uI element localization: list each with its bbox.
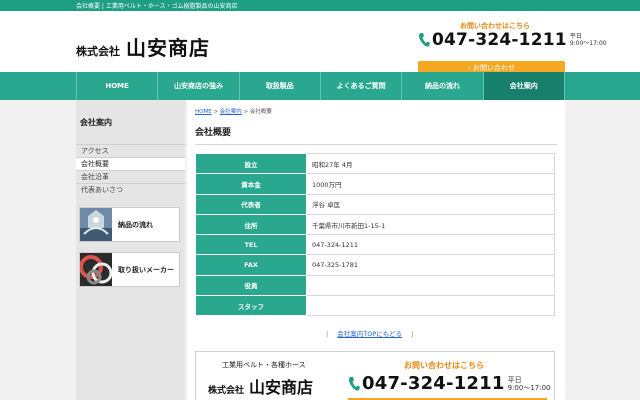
topbar-text: 会社概要 | 工業用ベルト・ホース・ゴム樹脂製品の山安商店: [76, 3, 238, 10]
info-key: 住所: [195, 213, 307, 236]
phone-block[interactable]: 047-324-1211 平日 9:00〜17:00: [418, 30, 607, 50]
makers-image: [80, 253, 112, 286]
breadcrumb-current: 会社概要: [249, 109, 272, 115]
sidebar-item-greeting[interactable]: 代表あいさつ: [76, 183, 185, 196]
phone-icon: [349, 376, 360, 391]
info-key: 資本金: [195, 173, 307, 195]
footer-subtitle: 工業用ベルト・各種ホース: [222, 361, 306, 369]
sidebar-item-history[interactable]: 会社沿革: [76, 170, 185, 183]
hours-time: 9:00〜17:00: [569, 40, 607, 47]
logo-small-text: 株式会社: [76, 45, 120, 58]
site-logo[interactable]: 株式会社 山安商店: [76, 32, 210, 61]
info-key: 設立: [195, 152, 307, 175]
breadcrumb-sep: >: [213, 109, 219, 115]
info-key: FAX: [195, 254, 307, 276]
info-value: 047-325-1781: [306, 254, 555, 276]
table-row: スタッフ: [195, 295, 555, 317]
sidebar-list: アクセス 会社概要 会社沿革 代表あいさつ: [76, 144, 185, 196]
footer-logo-small: 株式会社: [208, 386, 245, 396]
nav-strengths[interactable]: 山安商店の強み: [157, 72, 238, 100]
delivery-flow-image: [80, 208, 112, 241]
info-value: [306, 295, 555, 317]
makers-banner[interactable]: 取り扱いメーカー: [79, 252, 180, 287]
back-link-bar: |: [326, 330, 329, 338]
top-bar: 会社概要 | 工業用ベルト・ホース・ゴム樹脂製品の山安商店: [0, 0, 640, 11]
nav-company[interactable]: 会社案内: [482, 72, 565, 100]
footer-hours-days: 平日: [507, 375, 522, 384]
footer-phone-number: 047-324-1211: [362, 373, 505, 394]
business-hours: 平日 9:00〜17:00: [570, 33, 607, 47]
back-to-company-link[interactable]: 会社案内TOPにもどる: [337, 330, 402, 338]
info-key: 役員: [195, 274, 307, 297]
delivery-flow-banner[interactable]: 納品の流れ: [79, 207, 180, 242]
sidebar-item-overview[interactable]: 会社概要: [76, 157, 185, 170]
sidebar-item-access[interactable]: アクセス: [76, 144, 185, 157]
info-value: 千葉県市川市新田1-15-1: [306, 213, 555, 236]
table-row: 役員: [195, 274, 555, 297]
info-key: スタッフ: [195, 295, 307, 317]
title-divider: [195, 144, 557, 145]
phone-icon: [419, 33, 430, 47]
logo-main-text: 山安商店: [126, 36, 210, 60]
table-row: 代表者 浮谷 卓匡: [195, 193, 555, 215]
table-row: FAX 047-325-1781: [195, 254, 555, 276]
back-link-bar: |: [411, 330, 414, 338]
table-row: 資本金 1000万円: [195, 173, 555, 195]
makers-label: 取り扱いメーカー: [118, 265, 174, 274]
page-title: 会社概要: [195, 128, 232, 138]
phone-number: 047-324-1211: [432, 30, 567, 50]
hours-days: 平日: [569, 33, 582, 40]
info-key: 代表者: [195, 193, 307, 215]
nav-faq[interactable]: よくあるご質問: [319, 72, 401, 100]
table-row: 設立 昭和27年 4月: [195, 152, 555, 175]
footer-logo: 株式会社 山安商店: [208, 374, 313, 398]
info-value: 昭和27年 4月: [306, 152, 555, 175]
breadcrumb: HOME > 会社案内 > 会社概要: [195, 107, 272, 115]
delivery-flow-label: 納品の流れ: [118, 220, 153, 229]
footer-contact-box: 工業用ベルト・各種ホース 株式会社 山安商店 お問い合わせはこちら 047-32…: [195, 351, 555, 400]
main-nav: HOME 山安商店の強み 取扱製品 よくあるご質問 納品の流れ 会社案内: [0, 72, 640, 100]
nav-delivery-flow[interactable]: 納品の流れ: [401, 72, 482, 100]
breadcrumb-sep: >: [243, 109, 249, 115]
footer-contact-heading: お問い合わせはこちら: [404, 361, 484, 370]
nav-home[interactable]: HOME: [76, 72, 157, 100]
info-value: 1000万円: [306, 173, 555, 195]
nav-products[interactable]: 取扱製品: [238, 72, 320, 100]
sidebar: 会社案内 アクセス 会社概要 会社沿革 代表あいさつ 納品の流れ 取り扱いメーカ…: [76, 100, 185, 400]
info-key: TEL: [195, 234, 307, 256]
sidebar-title: 会社案内: [80, 118, 112, 127]
main-content: HOME > 会社案内 > 会社概要 会社概要 設立 昭和27年 4月 資本金 10…: [187, 100, 565, 400]
footer-business-hours: 平日 9:00〜17:00: [508, 376, 551, 392]
footer-hours-time: 9:00〜17:00: [507, 383, 551, 392]
site-header: 株式会社 山安商店 お問い合わせはこちら 047-324-1211 平日 9:0…: [0, 11, 640, 76]
info-value: 浮谷 卓匡: [306, 193, 555, 215]
table-row: 住所 千葉県市川市新田1-15-1: [195, 213, 555, 236]
info-value: [306, 274, 555, 297]
footer-phone-block[interactable]: 047-324-1211 平日 9:00〜17:00: [348, 373, 551, 394]
company-info-table: 設立 昭和27年 4月 資本金 1000万円 代表者 浮谷 卓匡 住所 千葉県市川市新田…: [195, 152, 555, 317]
table-row: TEL 047-324-1211: [195, 234, 555, 256]
footer-logo-main: 山安商店: [249, 378, 314, 397]
info-value: 047-324-1211: [306, 234, 555, 256]
back-link-row: | 会社案内TOPにもどる |: [326, 328, 413, 338]
breadcrumb-home[interactable]: HOME: [195, 109, 212, 115]
breadcrumb-company[interactable]: 会社案内: [220, 109, 242, 115]
